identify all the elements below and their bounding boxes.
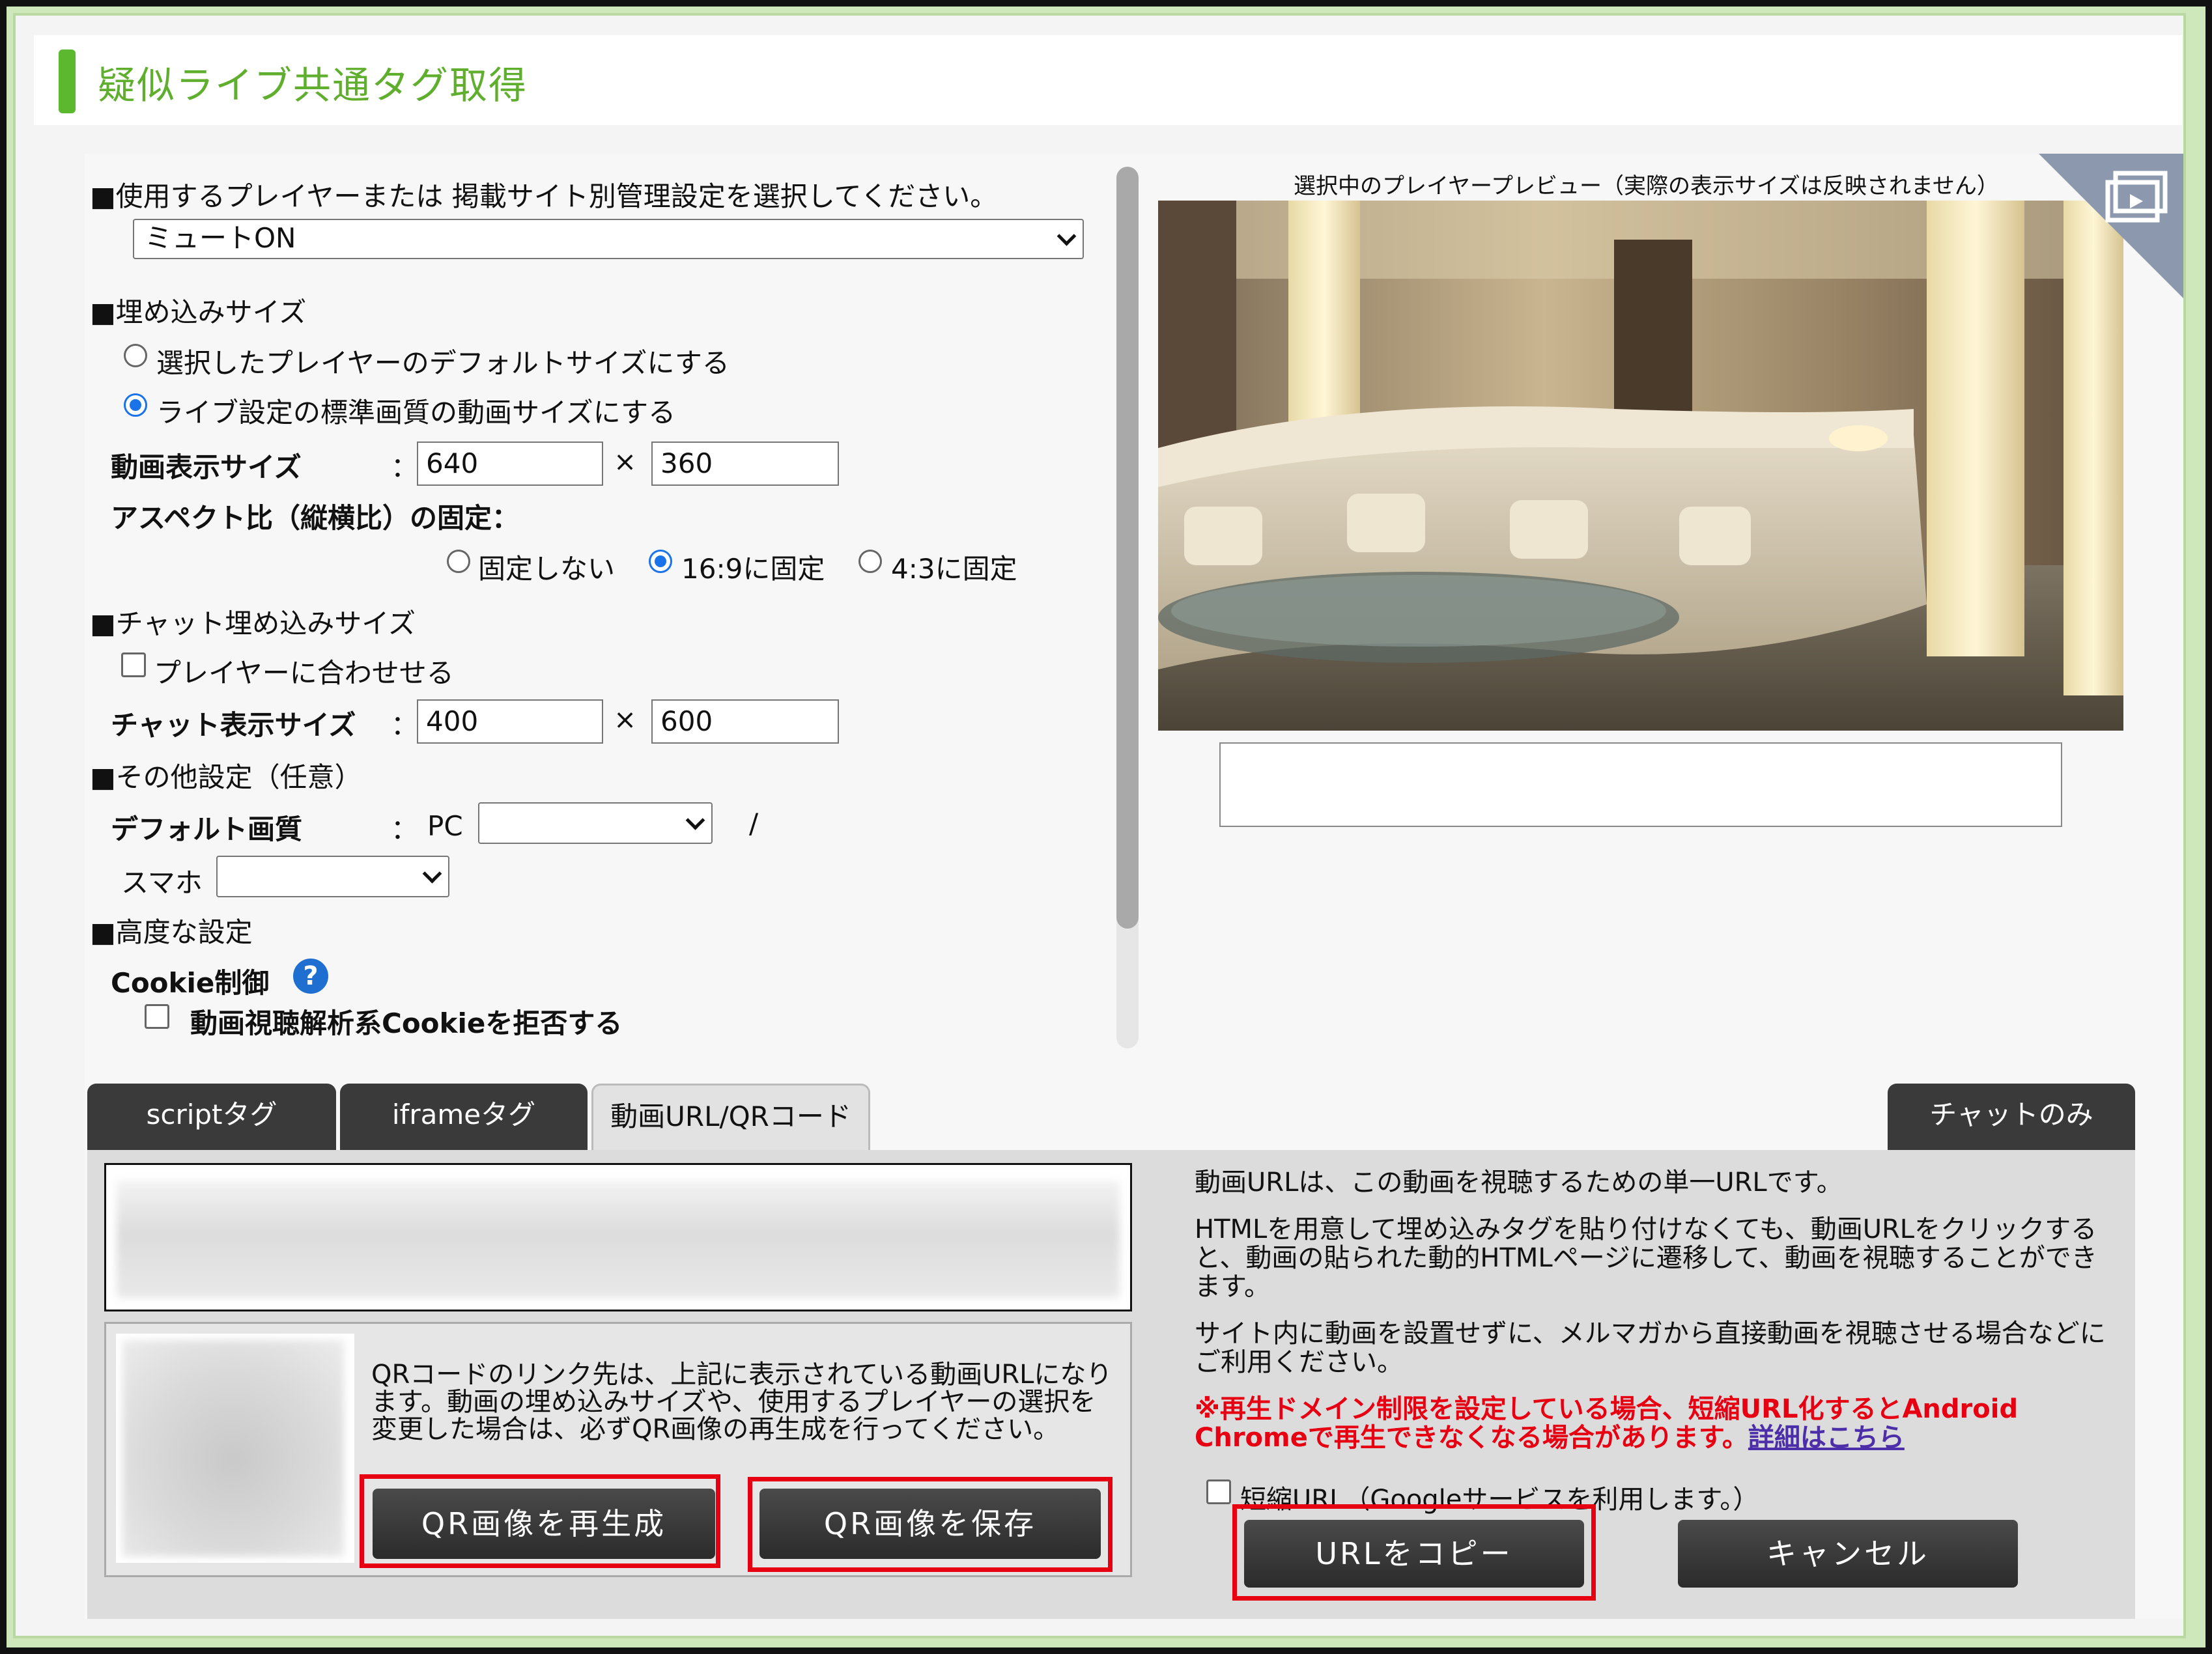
qr-code-blurred xyxy=(122,1340,344,1556)
highlight-regenerate xyxy=(360,1474,720,1568)
chevron-down-icon xyxy=(685,810,705,830)
video-height-input[interactable]: 360 xyxy=(651,442,839,486)
cookie-control-label: Cookie制御 xyxy=(111,967,270,999)
qr-description: QRコードのリンク先は、上記に表示されている動画URLになります。動画の埋め込み… xyxy=(371,1360,1113,1444)
url-info-text: 動画URLは、この動画を視聴するための単一URLです。 HTMLを用意して埋め込… xyxy=(1195,1168,2120,1470)
radio-standard-size[interactable] xyxy=(124,393,147,417)
url-info-p3: サイト内に動画を設置せずに、メルマガから直接動画を視聴させる場合などにご利用くだ… xyxy=(1195,1319,2106,1377)
smartphone-label: スマホ xyxy=(121,867,203,899)
colon: ： xyxy=(391,813,419,845)
pc-quality-select[interactable] xyxy=(478,802,713,844)
radio-standard-size-label: ライブ設定の標準画質の動画サイズにする xyxy=(156,397,676,428)
player-select[interactable]: ミュートON xyxy=(133,219,1084,259)
player-select-value: ミュートON xyxy=(145,222,296,254)
chat-height-input[interactable]: 600 xyxy=(651,699,839,744)
page-header: 疑似ライブ共通タグ取得 xyxy=(34,35,2182,125)
player-section-label: ■使用するプレイヤーまたは 掲載サイト別管理設定を選択してください。 xyxy=(90,180,998,212)
radio-aspect-4-3-label: 4:3に固定 xyxy=(891,553,1017,585)
cancel-button[interactable]: キャンセル xyxy=(1678,1520,2018,1588)
help-icon[interactable]: ? xyxy=(293,959,328,994)
times-sign: × xyxy=(614,703,637,735)
shorten-url-checkbox[interactable] xyxy=(1206,1479,1231,1504)
advanced-settings-label: ■高度な設定 xyxy=(90,916,253,948)
highlight-copy-url xyxy=(1232,1504,1596,1601)
cookie-reject-checkbox[interactable] xyxy=(145,1004,169,1029)
pc-label: PC xyxy=(427,810,463,842)
highlight-save xyxy=(748,1477,1113,1572)
blurred-url xyxy=(117,1181,1120,1298)
radio-aspect-4-3[interactable] xyxy=(858,550,882,573)
video-size-label: 動画表示サイズ xyxy=(111,451,302,483)
tab-script[interactable]: scriptタグ xyxy=(87,1084,336,1151)
radio-aspect-16-9[interactable] xyxy=(649,550,672,573)
sp-quality-select[interactable] xyxy=(216,856,449,897)
other-settings-label: ■その他設定（任意） xyxy=(90,761,362,793)
chat-size-field-label: チャット表示サイズ xyxy=(111,709,356,741)
chevron-down-icon xyxy=(1056,226,1077,246)
tab-chat-only[interactable]: チャットのみ xyxy=(1888,1084,2135,1151)
chat-width-input[interactable]: 400 xyxy=(417,699,603,744)
fullscreen-preview-icon[interactable] xyxy=(2039,154,2183,298)
aspect-ratio-label: アスペクト比（縦横比）の固定： xyxy=(111,502,520,534)
colon: ： xyxy=(391,451,419,483)
video-url-textarea[interactable] xyxy=(104,1163,1132,1311)
settings-scrollbar-thumb[interactable] xyxy=(1116,167,1139,929)
tab-iframe[interactable]: iframeタグ xyxy=(340,1084,588,1151)
chevron-down-icon xyxy=(422,863,442,884)
radio-default-size[interactable] xyxy=(124,344,147,367)
video-width-input[interactable]: 640 xyxy=(417,442,603,486)
radio-aspect-free-label: 固定しない xyxy=(478,553,616,585)
url-info-p2: HTMLを用意して埋め込みタグを貼り付けなくても、動画URLをクリックすると、動… xyxy=(1195,1214,2097,1302)
chat-size-label: ■チャット埋め込みサイズ xyxy=(90,608,416,639)
cookie-reject-label: 動画視聴解析系Cookieを拒否する xyxy=(190,1007,623,1039)
slash: / xyxy=(749,807,759,839)
preview-caption: 選択中のプレイヤープレビュー（実際の表示サイズは反映されません） xyxy=(1294,173,1999,199)
radio-default-size-label: 選択したプレイヤーのデフォルトサイズにする xyxy=(156,347,730,379)
header-accent-bar xyxy=(59,49,76,113)
preview-chat-area xyxy=(1219,742,2062,827)
player-preview-image[interactable] xyxy=(1158,201,2123,731)
default-quality-label: デフォルト画質 xyxy=(111,813,303,845)
radio-aspect-16-9-label: 16:9に固定 xyxy=(681,553,825,585)
radio-aspect-free[interactable] xyxy=(447,550,470,573)
fit-player-label: プレイヤーに合わせせる xyxy=(154,657,454,689)
fit-player-checkbox[interactable] xyxy=(121,652,146,677)
colon: ： xyxy=(391,709,419,741)
detail-link[interactable]: 詳細はこちら xyxy=(1748,1423,1905,1453)
embed-size-label: ■埋め込みサイズ xyxy=(90,296,307,328)
times-sign: × xyxy=(614,445,637,477)
url-info-p1: 動画URLは、この動画を視聴するための単一URLです。 xyxy=(1195,1168,1843,1198)
tab-url-qr[interactable]: 動画URL/QRコード xyxy=(591,1084,870,1151)
page-title: 疑似ライブ共通タグ取得 xyxy=(98,63,528,107)
